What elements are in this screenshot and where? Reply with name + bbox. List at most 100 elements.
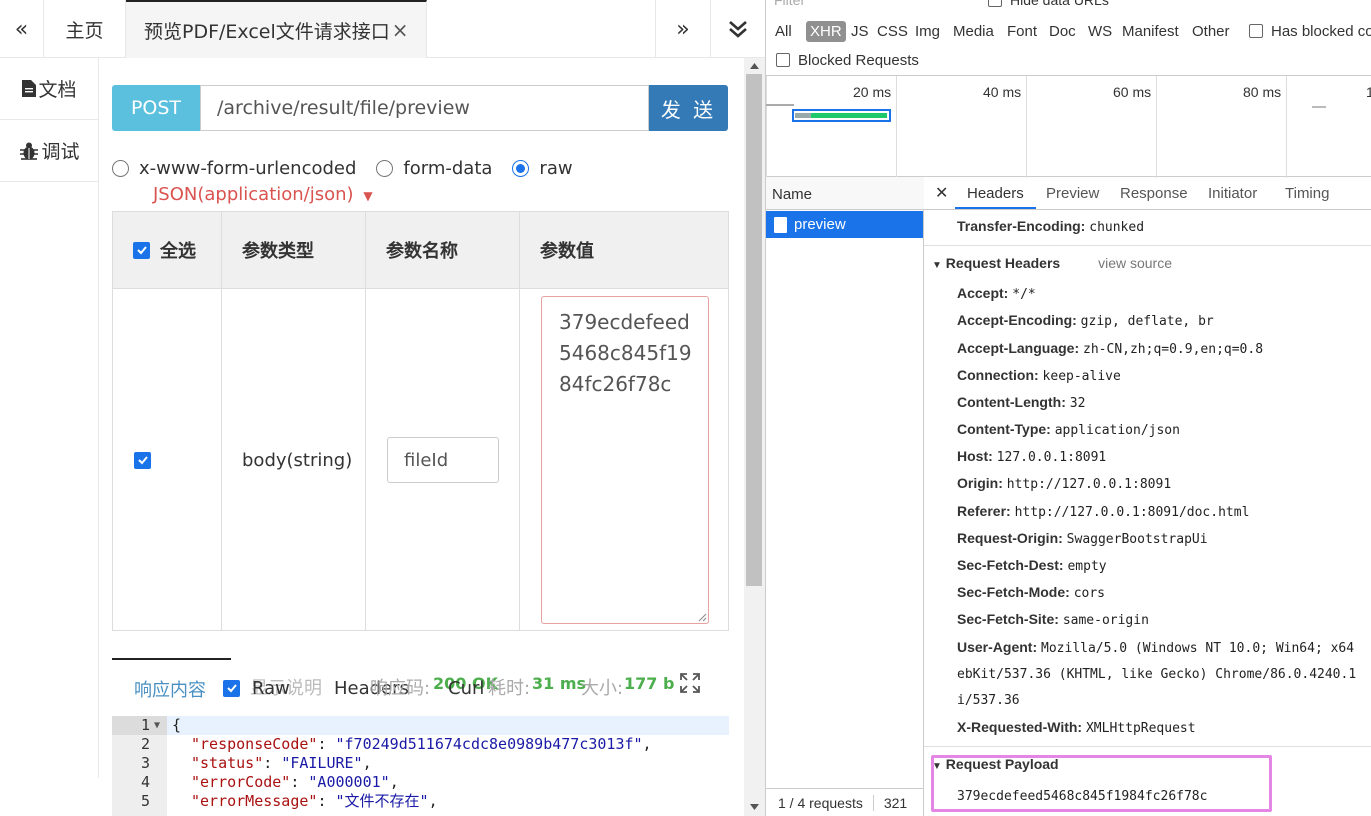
row-checkbox[interactable] xyxy=(134,451,151,469)
name-column-header[interactable]: Name xyxy=(766,177,924,210)
header-value: empty xyxy=(1067,559,1107,574)
timeline-tick xyxy=(1156,76,1157,178)
section-divider xyxy=(924,245,1371,246)
filter-img[interactable]: Img xyxy=(911,21,944,42)
response-code-editor[interactable]: 1 ▼ { 2 "responseCode": "f70249d511674cd… xyxy=(112,716,729,816)
json-key: "responseCode" xyxy=(191,735,318,753)
header-value: http://127.0.0.1:8091/doc.html xyxy=(1014,505,1250,520)
header-value: cors xyxy=(1073,586,1105,601)
header-value: 32 xyxy=(1069,396,1086,411)
detail-tabs: ✕ Headers Preview Response Initiator Tim… xyxy=(924,177,1371,210)
filter-doc[interactable]: Doc xyxy=(1045,21,1080,42)
scroll-up-arrow-icon[interactable] xyxy=(750,63,759,69)
scrollbar-thumb[interactable] xyxy=(746,74,762,586)
header-row-continuation: i/537.36 xyxy=(957,691,1020,708)
json-value: "A000001" xyxy=(308,773,390,791)
has-blocked-cookies-checkbox[interactable]: Has blocked co xyxy=(1249,23,1371,40)
header-key: Transfer-Encoding: xyxy=(957,218,1086,234)
timeline-request-bar[interactable] xyxy=(792,109,891,122)
code-line: 4 "errorCode": "A000001", xyxy=(112,773,729,792)
timeline-tick-label: 40 ms xyxy=(983,84,1022,100)
tab-timing[interactable]: Timing xyxy=(1285,185,1329,202)
th-param-value-label: 参数值 xyxy=(540,241,594,262)
param-name-value: fileId xyxy=(404,449,449,471)
header-key: Sec-Fetch-Mode: xyxy=(957,584,1070,600)
close-icon[interactable]: × xyxy=(392,18,409,42)
check-icon xyxy=(136,246,147,255)
request-headers-section[interactable]: ▼ Request Headers view source xyxy=(932,255,1172,271)
document-icon xyxy=(22,80,37,97)
radio-form-data[interactable] xyxy=(376,159,394,177)
content-type-dropdown[interactable]: JSON(application/json) ▼ xyxy=(153,184,373,205)
checkbox-box xyxy=(988,0,1002,7)
request-row-preview[interactable]: preview xyxy=(766,211,923,238)
filter-ws[interactable]: WS xyxy=(1084,21,1116,42)
tab-preview[interactable]: Preview xyxy=(1046,185,1099,202)
filter-input[interactable]: Filter xyxy=(774,0,805,8)
param-value-textarea[interactable]: 379ecdefeed 5468c845f19 84fc26f78c xyxy=(541,296,709,624)
method-select[interactable]: POST xyxy=(112,85,200,131)
filter-font[interactable]: Font xyxy=(1003,21,1041,42)
filter-media[interactable]: Media xyxy=(949,21,998,42)
tab-response-content[interactable]: 响应内容 xyxy=(134,676,206,702)
sidebar-item-docs[interactable]: 文档 xyxy=(0,58,99,120)
header-key: Origin: xyxy=(957,475,1003,491)
filter-other[interactable]: Other xyxy=(1188,21,1234,42)
collapse-left-button[interactable]: « xyxy=(0,0,44,58)
active-tab-underline xyxy=(955,207,1036,209)
request-detail: ✕ Headers Preview Response Initiator Tim… xyxy=(924,177,1371,816)
timeline-tick xyxy=(766,76,767,178)
scroll-down-arrow-icon[interactable] xyxy=(750,804,759,810)
view-source-link[interactable]: view source xyxy=(1098,255,1172,271)
filter-all[interactable]: All xyxy=(771,21,796,42)
close-icon[interactable]: ✕ xyxy=(935,183,948,203)
json-key: "errorCode" xyxy=(191,773,291,791)
json-key: "status" xyxy=(191,754,264,772)
network-timeline[interactable]: 20 ms 40 ms 60 ms 80 ms 1 xyxy=(766,75,1371,178)
header-row: Accept-Encoding: gzip, deflate, br xyxy=(957,312,1214,329)
blocked-requests-checkbox[interactable]: Blocked Requests xyxy=(776,52,919,69)
tab-response[interactable]: Response xyxy=(1120,185,1188,202)
hide-data-urls-checkbox[interactable]: Hide data URLs xyxy=(988,0,1109,8)
filter-css[interactable]: CSS xyxy=(873,21,912,42)
tab-home[interactable]: 主页 xyxy=(44,0,126,58)
request-payload-section[interactable]: ▼ Request Payload xyxy=(932,756,1059,772)
header-key: Referer: xyxy=(957,503,1011,519)
filter-js[interactable]: JS xyxy=(847,21,873,42)
select-all-checkbox[interactable] xyxy=(133,241,150,259)
tab-initiator[interactable]: Initiator xyxy=(1208,185,1257,202)
radio-urlencoded[interactable] xyxy=(112,159,129,177)
section-divider xyxy=(924,746,1371,747)
show-desc-checkbox[interactable] xyxy=(223,676,240,697)
radio-raw[interactable] xyxy=(512,159,530,177)
transferred-size: 321 xyxy=(883,795,908,811)
scroll-tabs-right-button[interactable]: » xyxy=(655,0,710,58)
timeline-marker xyxy=(1312,106,1326,108)
file-icon xyxy=(774,216,787,233)
tab-headers[interactable]: Headers xyxy=(967,185,1024,202)
tab-curl[interactable]: Curl xyxy=(448,678,484,699)
send-button[interactable]: 发 送 xyxy=(649,85,728,131)
tab-preview-api[interactable]: 预览PDF/Excel文件请求接口 × xyxy=(126,0,427,58)
tab-raw[interactable]: Raw xyxy=(252,678,290,699)
line-number: 1 xyxy=(140,716,150,734)
filter-manifest[interactable]: Manifest xyxy=(1118,21,1183,42)
header-key: User-Agent: xyxy=(957,639,1038,655)
fullscreen-icon[interactable] xyxy=(679,672,701,694)
sidebar-item-debug[interactable]: 调试 xyxy=(0,120,99,182)
param-name-input[interactable]: fileId xyxy=(387,437,499,483)
size-label: 大小: xyxy=(581,678,624,699)
resize-handle-icon[interactable] xyxy=(697,612,707,622)
fold-arrow-icon[interactable]: ▼ xyxy=(154,716,160,735)
tabs-dropdown-button[interactable] xyxy=(710,0,765,58)
double-chevron-right-icon: » xyxy=(676,16,690,42)
header-row: Host: 127.0.0.1:8091 xyxy=(957,448,1106,465)
url-input[interactable]: /archive/result/file/preview xyxy=(200,85,649,131)
header-key: Sec-Fetch-Dest: xyxy=(957,557,1064,573)
page-scrollbar[interactable] xyxy=(744,58,765,816)
code-line: 3 "status": "FAILURE", xyxy=(112,754,729,773)
filter-xhr[interactable]: XHR xyxy=(806,21,846,42)
header-row: Accept-Language: zh-CN,zh;q=0.9,en;q=0.8 xyxy=(957,340,1263,357)
method-label: POST xyxy=(130,97,182,119)
json-value: "f70249d511674cdc8e0989b477c3013f" xyxy=(335,735,643,753)
